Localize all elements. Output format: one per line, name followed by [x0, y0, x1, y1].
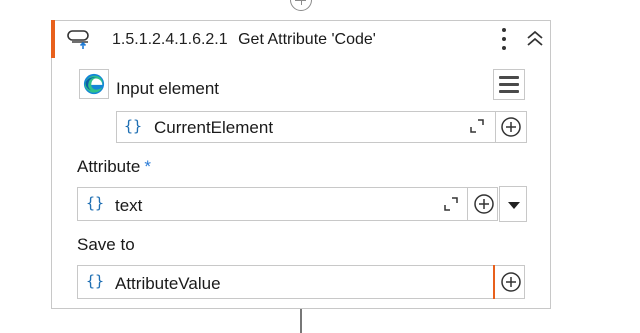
expression-icon: {} — [86, 194, 105, 212]
activity-number: 1.5.1.2.4.1.6.2.1 — [112, 31, 228, 48]
expand-editor-icon[interactable] — [443, 196, 459, 212]
field-divider — [467, 187, 468, 221]
attribute-label: Attribute * — [77, 157, 151, 177]
sequence-connector-line — [300, 309, 302, 333]
save-to-value[interactable]: AttributeValue — [115, 274, 221, 294]
plus-circle-icon[interactable] — [500, 116, 522, 138]
expression-icon: {} — [86, 272, 105, 290]
input-element-label: Input element — [116, 79, 220, 98]
expression-icon: {} — [124, 117, 143, 135]
expand-editor-icon[interactable] — [469, 118, 485, 134]
input-element-value[interactable]: CurrentElement — [154, 118, 273, 138]
field-divider — [495, 111, 496, 143]
more-options-icon[interactable] — [497, 26, 511, 52]
activity-name: Get Attribute 'Code' — [238, 31, 376, 48]
save-to-label: Save to — [77, 235, 135, 254]
menu-icon[interactable] — [493, 69, 525, 100]
required-mark: * — [144, 157, 151, 176]
collapse-icon[interactable] — [524, 27, 546, 51]
add-activity-icon[interactable] — [290, 0, 312, 11]
plus-circle-icon[interactable] — [500, 271, 522, 293]
attribute-label-text: Attribute — [77, 157, 141, 176]
field-divider — [493, 265, 495, 299]
dropdown-arrow-icon[interactable] — [499, 186, 527, 222]
plus-circle-icon[interactable] — [473, 193, 495, 215]
activity-title: 1.5.1.2.4.1.6.2.1 Get Attribute 'Code' — [112, 31, 376, 49]
edge-browser-icon[interactable] — [79, 69, 109, 99]
selected-accent-bar — [51, 20, 55, 58]
attribute-value[interactable]: text — [115, 196, 142, 216]
get-attribute-icon — [67, 30, 89, 49]
